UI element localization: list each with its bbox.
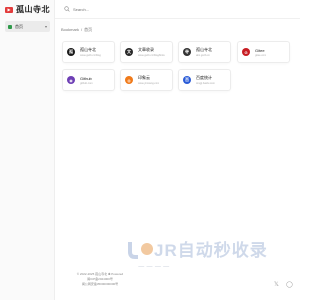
github-icon[interactable]: ◯	[286, 281, 293, 288]
card-title: Gitee	[255, 47, 265, 53]
card-title: 孤山寺北	[80, 47, 96, 52]
bookmark-card[interactable]: 孤 孤山寺北 www.gszb.cn/blog	[62, 41, 115, 63]
baidu-icon: 百	[183, 76, 191, 84]
chevron-down-icon: ▾	[44, 24, 47, 29]
watermark-subtext: 一 一 一 一	[138, 264, 170, 271]
search-input[interactable]	[73, 6, 153, 12]
gitee-icon: G	[242, 48, 250, 56]
watermark-logo-icon	[128, 242, 153, 259]
bookmark-card[interactable]: 百 百度统计 tongji.baidu.com	[178, 69, 231, 91]
logo-text: 孤山寺北	[16, 5, 50, 14]
sidebar-item-home[interactable]: 首页 ▾	[5, 21, 50, 32]
sidebar-item-label: 首页	[15, 23, 23, 29]
sidebar: ▶ 孤山寺北 首页 ▾	[0, 0, 55, 300]
x-icon[interactable]: 𝕏	[274, 281, 279, 288]
bookmark-card[interactable]: ◍ 印象云 www.yinxiang.com	[120, 69, 173, 91]
search-box[interactable]	[64, 6, 153, 12]
watermark: JR自动秒收录 一 一 一 一	[126, 236, 286, 276]
bookmark-card[interactable]: 寺 孤山寺北 abc.gszb.cn	[178, 41, 231, 63]
card-title: 印象云	[138, 75, 150, 80]
breadcrumb-separator: /	[81, 27, 83, 32]
card-title: 孤山寺北	[196, 47, 212, 52]
bookmark-card[interactable]: G Gitee gitee.com	[237, 41, 290, 63]
card-title: 文章收录	[138, 47, 154, 52]
footer-police[interactable]: 闽公网安备35000000000号	[60, 282, 140, 287]
yinxiang-icon: ◍	[125, 76, 133, 84]
github-icon: ◉	[67, 76, 75, 84]
breadcrumb: Bookmark / 首页	[61, 27, 92, 33]
card-title: Github	[80, 75, 92, 81]
card-title: 百度统计	[196, 75, 212, 80]
site-logo-icon: 孤	[67, 48, 75, 56]
card-url: www.gszb.cn/blog	[80, 54, 101, 57]
site-logo-icon: 文	[125, 48, 133, 56]
search-icon	[64, 6, 70, 12]
card-url: abc.gszb.cn	[196, 54, 210, 57]
bookmark-card[interactable]: ◉ Github github.com	[62, 69, 115, 91]
card-url: github.com	[80, 81, 93, 85]
breadcrumb-current: 首页	[84, 27, 93, 32]
home-icon	[8, 24, 12, 29]
logo[interactable]: ▶ 孤山寺北	[5, 4, 50, 15]
card-url: www.gszb.cn/blog/links	[138, 54, 165, 57]
top-bar	[55, 0, 300, 19]
watermark-text: JR自动秒收录	[154, 241, 268, 260]
breadcrumb-root[interactable]: Bookmark	[61, 27, 79, 33]
card-url: tongji.baidu.com	[196, 82, 215, 85]
logo-badge-icon: ▶	[5, 6, 13, 13]
card-url: www.yinxiang.com	[138, 82, 160, 85]
card-url: gitee.com	[255, 53, 267, 57]
bookmark-card[interactable]: 文 文章收录 www.gszb.cn/blog/links	[120, 41, 173, 63]
site-logo-icon: 寺	[183, 48, 191, 56]
